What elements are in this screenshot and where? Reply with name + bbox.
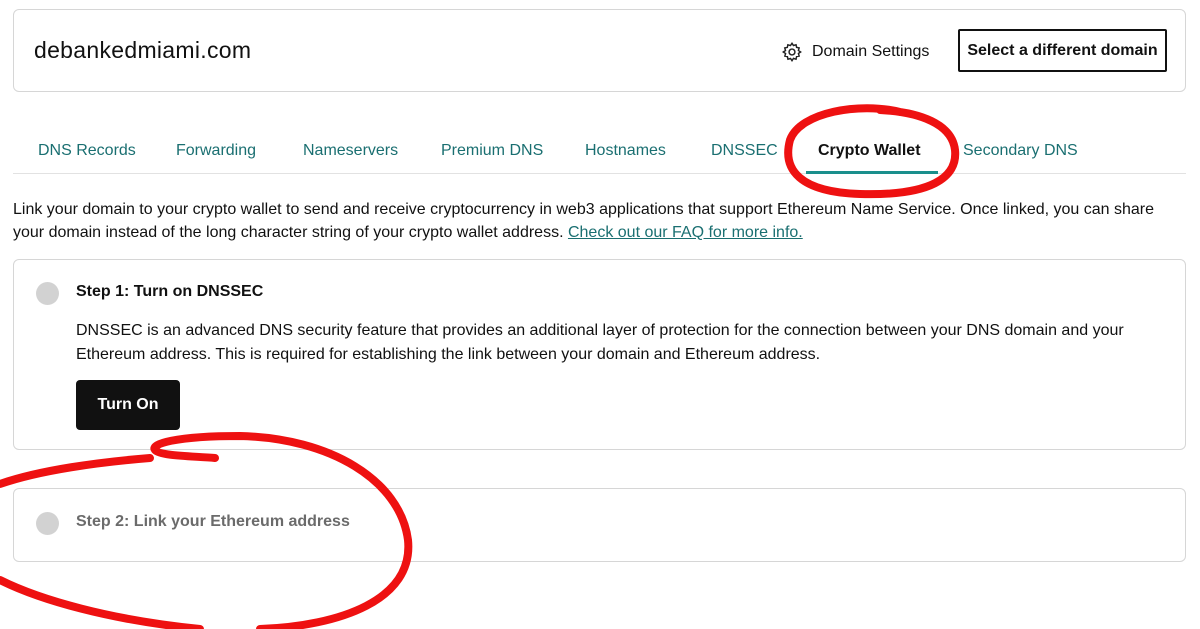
domain-settings-button[interactable]: Domain Settings (781, 40, 929, 64)
select-different-domain-button[interactable]: Select a different domain (958, 29, 1167, 72)
step-2-indicator (36, 512, 59, 535)
tab-dns-records[interactable]: DNS Records (38, 142, 136, 160)
step-1-description: DNSSEC is an advanced DNS security featu… (76, 322, 1124, 363)
step-1-title: Step 1: Turn on DNSSEC (76, 283, 264, 300)
step-1-indicator (36, 282, 59, 305)
tab-secondary-dns[interactable]: Secondary DNS (963, 142, 1078, 160)
active-tab-indicator (806, 171, 938, 174)
step-2-title: Step 2: Link your Ethereum address (76, 513, 350, 530)
gear-icon (781, 41, 802, 63)
domain-settings-label: Domain Settings (812, 43, 930, 60)
step-2-card: Step 2: Link your Ethereum address (13, 488, 1186, 562)
domain-name: debankedmiami.com (34, 37, 252, 63)
tab-hostnames[interactable]: Hostnames (585, 142, 666, 160)
tab-crypto-wallet[interactable]: Crypto Wallet (818, 142, 921, 160)
intro-text: Link your domain to your crypto wallet t… (13, 198, 1188, 244)
turn-on-button[interactable]: Turn On (76, 380, 180, 430)
tab-premium-dns[interactable]: Premium DNS (441, 142, 543, 160)
tab-dnssec[interactable]: DNSSEC (711, 142, 778, 160)
tab-bar: DNS Records Forwarding Nameservers Premi… (13, 130, 1186, 174)
domain-header: debankedmiami.com Domain Settings Select… (13, 9, 1186, 92)
tab-nameservers[interactable]: Nameservers (303, 142, 398, 160)
step-1-card: Step 1: Turn on DNSSEC DNSSEC is an adva… (13, 259, 1186, 450)
tab-forwarding[interactable]: Forwarding (176, 142, 256, 160)
faq-link[interactable]: Check out our FAQ for more info. (568, 224, 803, 241)
